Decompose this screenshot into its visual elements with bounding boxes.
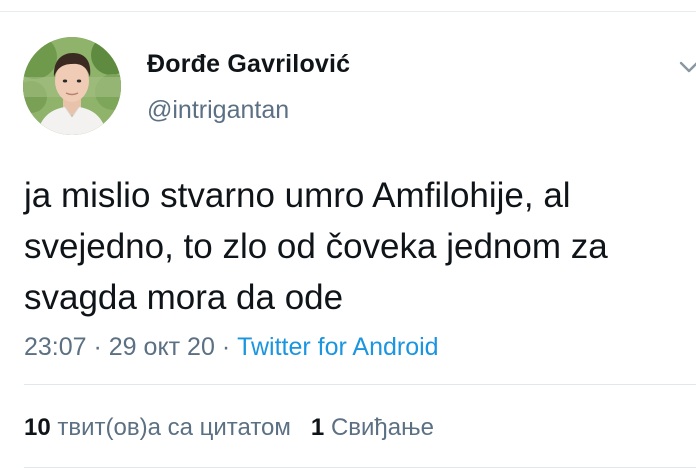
tweet-stats: 10 твит(ов)а са цитатом 1 Свиђање [24, 414, 434, 442]
author-name[interactable]: Đorđe Gavrilović [147, 50, 350, 79]
tweet-line: svagda mora da ode [24, 278, 344, 317]
quote-count: 10 [24, 414, 51, 441]
tweet-time[interactable]: 23:07 [24, 333, 87, 361]
meta-separator: · [86, 333, 109, 361]
quote-tweets-stat[interactable]: 10 твит(ов)а са цитатом [24, 414, 291, 441]
profile-photo-icon [23, 37, 121, 135]
stats-divider-top [24, 384, 696, 385]
like-count: 1 [310, 414, 325, 441]
tweet-meta: 23:07 · 29 окт 20 · Twitter for Android [24, 333, 439, 362]
chevron-down-icon[interactable] [678, 56, 696, 78]
tweet-card: Đorđe Gavrilović @intrigantan ja mislio … [0, 0, 696, 476]
quote-label: твит(ов)а са цитатом [57, 414, 291, 441]
author-handle[interactable]: @intrigantan [147, 96, 289, 125]
like-label: Свиђање [330, 414, 434, 441]
tweet-body: ja mislio stvarno umro Amfilohije, al sv… [24, 170, 696, 323]
meta-separator: · [214, 333, 238, 361]
likes-stat[interactable]: 1 Свиђање [311, 414, 434, 441]
tweet-line: svejedno, to zlo od čoveka jednom za [24, 227, 608, 266]
tweet-line: ja mislio stvarno umro Amfilohije, al [24, 176, 571, 215]
tweet-date[interactable]: 29 окт 20 [109, 333, 215, 361]
avatar[interactable] [23, 37, 121, 135]
stats-divider-bottom [24, 467, 696, 468]
tweet-source-link[interactable]: Twitter for Android [237, 333, 438, 361]
